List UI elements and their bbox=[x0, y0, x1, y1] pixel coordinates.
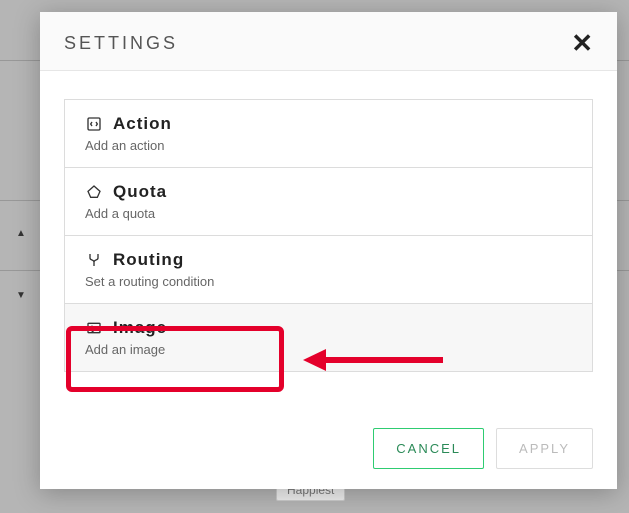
modal-title: SETTINGS bbox=[64, 33, 178, 54]
cancel-button[interactable]: CANCEL bbox=[373, 428, 484, 469]
option-subtitle: Set a routing condition bbox=[85, 274, 572, 289]
option-list: Action Add an action Quota Add a quota bbox=[64, 99, 593, 372]
option-subtitle: Add an image bbox=[85, 342, 572, 357]
close-icon: ✕ bbox=[571, 28, 593, 58]
modal-header: SETTINGS ✕ bbox=[40, 12, 617, 71]
modal-body: Action Add an action Quota Add a quota bbox=[40, 71, 617, 410]
image-icon bbox=[85, 319, 103, 337]
option-subtitle: Add an action bbox=[85, 138, 572, 153]
tag-icon bbox=[85, 183, 103, 201]
branch-icon bbox=[85, 251, 103, 269]
close-button[interactable]: ✕ bbox=[571, 30, 593, 56]
option-image[interactable]: Image Add an image bbox=[65, 304, 592, 371]
option-routing[interactable]: Routing Set a routing condition bbox=[65, 236, 592, 304]
collapse-down-icon: ▼ bbox=[16, 290, 26, 301]
option-title: Image bbox=[113, 318, 167, 338]
option-title: Action bbox=[113, 114, 172, 134]
settings-modal: SETTINGS ✕ Action Add an action bbox=[40, 12, 617, 489]
collapse-up-icon: ▲ bbox=[16, 228, 26, 239]
option-title: Quota bbox=[113, 182, 167, 202]
modal-footer: CANCEL APPLY bbox=[40, 410, 617, 489]
code-icon bbox=[85, 115, 103, 133]
apply-button[interactable]: APPLY bbox=[496, 428, 593, 469]
option-title: Routing bbox=[113, 250, 184, 270]
option-quota[interactable]: Quota Add a quota bbox=[65, 168, 592, 236]
option-action[interactable]: Action Add an action bbox=[65, 100, 592, 168]
option-subtitle: Add a quota bbox=[85, 206, 572, 221]
